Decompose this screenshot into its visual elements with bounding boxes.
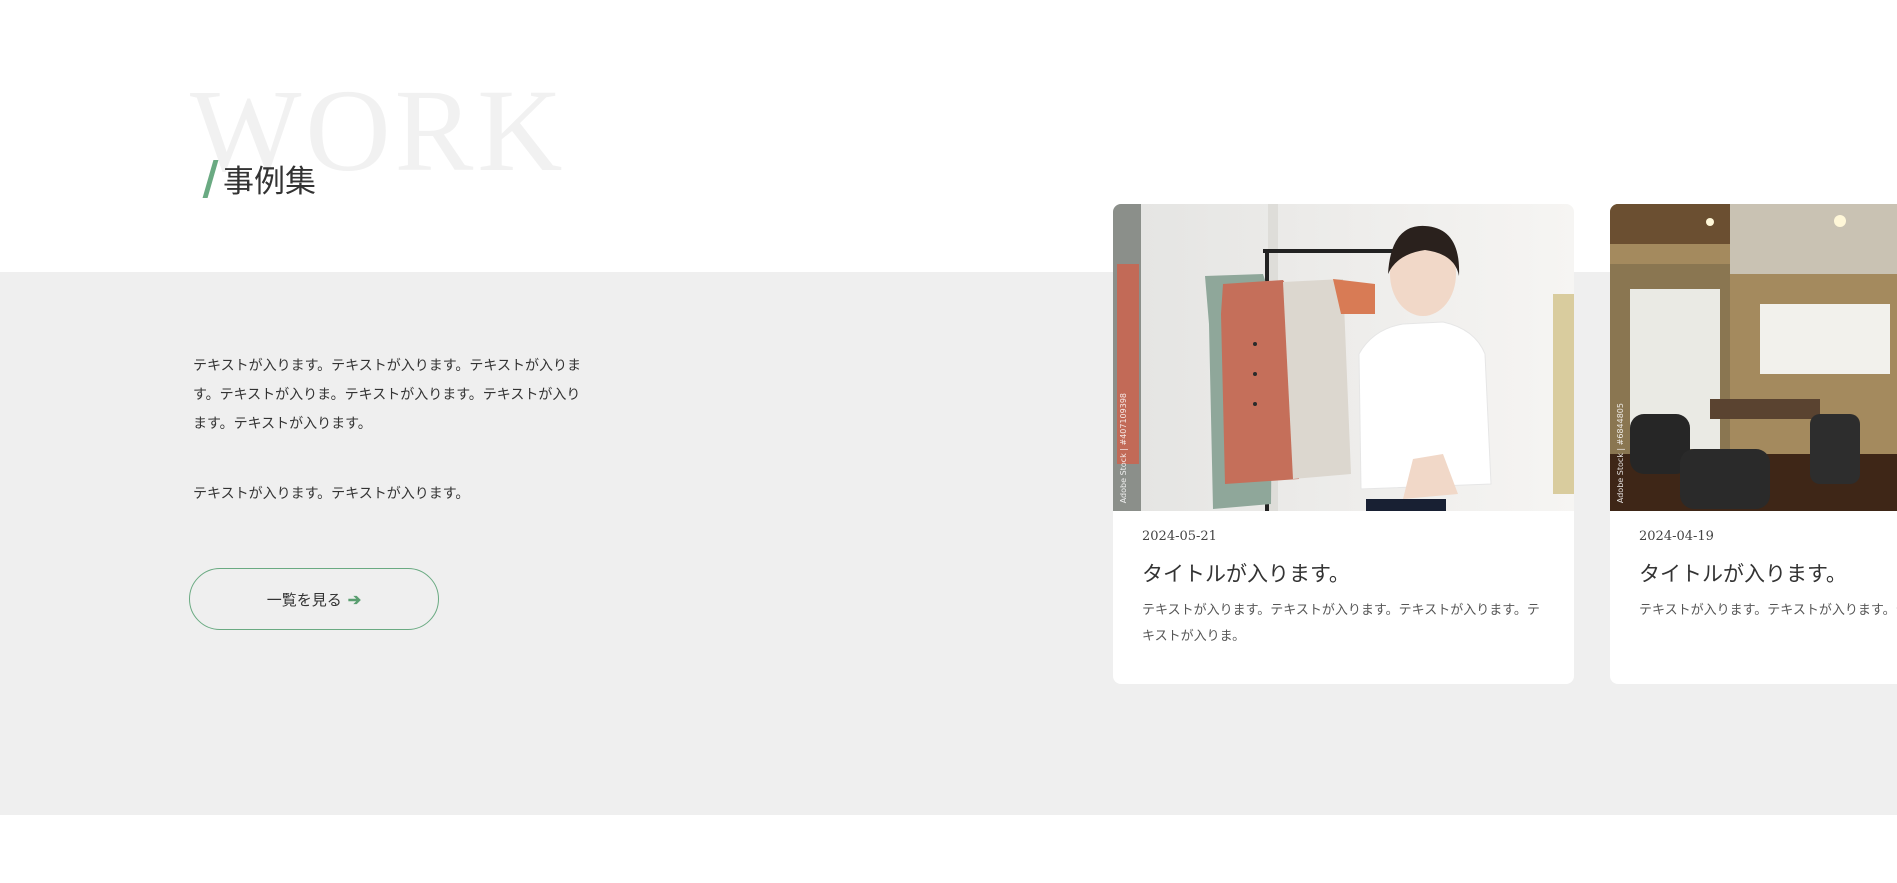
work-card[interactable]: Adobe Stock | #407109398 2024-05-21 タイトル…: [1113, 204, 1574, 684]
arrow-right-icon: ➔: [347, 589, 362, 609]
boutique-photo: [1113, 204, 1574, 511]
image-credit: Adobe Stock | #407109398: [1119, 392, 1128, 503]
card-text: テキストが入ります。テキストが入ります。テキストが入りま。: [1639, 603, 1897, 618]
work-card[interactable]: Adobe Stock | #6844805 2024-04-19 タイトルが入…: [1610, 204, 1897, 684]
card-text: テキストが入ります。テキストが入ります。テキストが入ります。テキストが入りま。: [1142, 603, 1540, 644]
card-date: 2024-05-21: [1142, 529, 1217, 544]
section-title: 事例集: [223, 164, 316, 200]
section-lead-text: テキストが入ります。テキストが入ります。テキストが入ります。テキストが入りま。テ…: [193, 358, 581, 432]
card-image-cafe: Adobe Stock | #6844805: [1610, 204, 1897, 511]
card-title: タイトルが入ります。: [1639, 562, 1847, 586]
view-all-button[interactable]: 一覧を見る ➔: [189, 568, 439, 630]
section-heading: 事例集: [202, 156, 316, 201]
cafe-photo: [1610, 204, 1897, 511]
card-title: タイトルが入ります。: [1142, 562, 1350, 586]
card-image-boutique: Adobe Stock | #407109398: [1113, 204, 1574, 511]
section-lead-text-2: テキストが入ります。テキストが入ります。: [193, 486, 470, 502]
image-credit: Adobe Stock | #6844805: [1616, 402, 1625, 503]
work-section: WORK 事例集 テキストが入ります。テキストが入ります。テキストが入ります。テ…: [0, 0, 1897, 883]
card-date: 2024-04-19: [1639, 529, 1714, 544]
view-all-label: 一覧を見る: [266, 590, 342, 609]
